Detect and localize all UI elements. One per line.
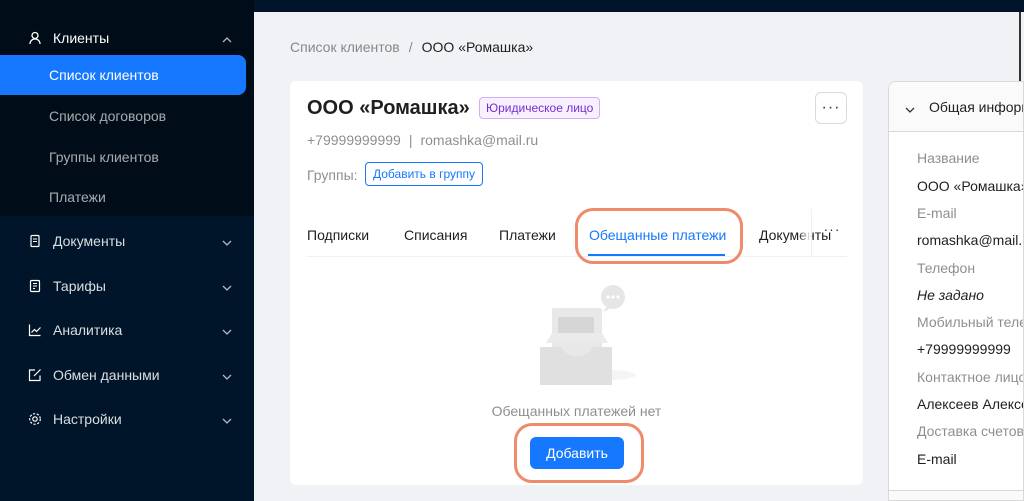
sidebar-item-contracts[interactable]: Список договоров [0, 96, 246, 136]
menu-clients[interactable]: Клиенты [0, 18, 254, 58]
field-mobile-label: Мобильный телефон [917, 314, 1023, 330]
button-highlight-outline [514, 423, 644, 483]
sidebar-item-client-groups[interactable]: Группы клиентов [0, 137, 246, 177]
menu-settings[interactable]: Настройки [0, 399, 254, 439]
field-name-label: Название [917, 150, 980, 166]
chevron-down-icon [222, 369, 232, 380]
chevron-down-icon [905, 102, 915, 113]
tab-payments[interactable]: Платежи [499, 227, 556, 243]
breadcrumb-separator: / [408, 39, 413, 55]
field-contact-value: Алексеев Алексей [917, 396, 1023, 412]
user-icon [28, 31, 42, 45]
field-name-value: ООО «Ромашка» [917, 178, 1024, 194]
menu-documents-label: Документы [53, 233, 126, 249]
next-section-header[interactable] [889, 490, 1023, 500]
menu-settings-label: Настройки [53, 411, 122, 427]
tabs-overflow-fade [798, 209, 812, 256]
sidebar-item-client-list[interactable]: Список клиентов [0, 55, 246, 95]
general-info-header[interactable]: Общая информация [889, 82, 1023, 132]
menu-tariffs[interactable]: Тарифы [0, 266, 254, 306]
sidebar: Клиенты Список клиентов Список договоров… [0, 0, 254, 501]
contacts-divider: | [408, 132, 413, 148]
client-email: romashka@mail.ru [420, 132, 539, 148]
client-contacts: +79999999999 | romashka@mail.ru [307, 132, 538, 148]
menu-data-exchange-label: Обмен данными [53, 367, 160, 383]
general-info-title: Общая информация [929, 98, 1023, 115]
chevron-up-icon [222, 32, 232, 43]
line-chart-icon [28, 323, 42, 337]
field-phone-value: Не задано [917, 287, 984, 303]
tab-subscriptions[interactable]: Подписки [307, 227, 369, 243]
groups-label: Группы: [307, 167, 358, 183]
sidebar-item-payments[interactable]: Платежи [0, 177, 246, 217]
sidebar-item-label: Группы клиентов [49, 149, 159, 165]
add-to-group-button[interactable]: Добавить в группу [365, 162, 483, 186]
field-email-value: romashka@mail.ru [917, 232, 1024, 248]
chevron-down-icon [222, 235, 232, 246]
breadcrumb-link-client-list[interactable]: Список клиентов [290, 39, 400, 55]
client-phone: +79999999999 [307, 132, 401, 148]
sidebar-item-label: Список договоров [49, 108, 167, 124]
page-title: ООО «Ромашка» [307, 97, 470, 119]
general-info-panel: Общая информация Название ООО «Ромашка» … [888, 81, 1024, 501]
menu-clients-label: Клиенты [53, 30, 110, 46]
empty-inbox-icon [536, 285, 646, 385]
menu-tariffs-label: Тарифы [53, 278, 106, 294]
field-phone-label: Телефон [917, 260, 976, 276]
tab-highlight-outline [575, 208, 743, 264]
menu-analytics[interactable]: Аналитика [0, 310, 254, 350]
tabs-more-button[interactable]: ··· [817, 221, 847, 245]
menu-analytics-label: Аналитика [53, 322, 123, 338]
tariff-icon [28, 279, 42, 293]
field-delivery-label: Доставка счетов [917, 423, 1024, 439]
sidebar-item-label: Список клиентов [49, 67, 159, 83]
field-contact-label: Контактное лицо [917, 369, 1024, 385]
chevron-down-icon [222, 324, 232, 335]
more-actions-button[interactable]: ··· [815, 92, 847, 124]
sidebar-item-label: Платежи [49, 189, 106, 205]
breadcrumb: Список клиентов / ООО «Ромашка» [290, 39, 533, 55]
client-type-badge: Юридическое лицо [479, 97, 601, 119]
breadcrumb-current: ООО «Ромашка» [421, 39, 534, 55]
field-email-label: E-mail [917, 205, 957, 221]
tab-charges[interactable]: Списания [404, 227, 467, 243]
menu-documents[interactable]: Документы [0, 221, 254, 261]
documents-icon [28, 234, 42, 248]
edit-square-icon [28, 368, 42, 382]
empty-state-text: Обещанных платежей нет [491, 403, 662, 419]
field-mobile-value: +79999999999 [917, 341, 1011, 357]
chevron-down-icon [222, 413, 232, 424]
gear-icon [28, 412, 42, 426]
field-delivery-value: E-mail [917, 451, 957, 467]
client-card: ООО «Ромашка» Юридическое лицо ··· +7999… [290, 81, 863, 485]
top-header [254, 0, 1024, 12]
chevron-down-icon [222, 280, 232, 291]
menu-data-exchange[interactable]: Обмен данными [0, 355, 254, 395]
